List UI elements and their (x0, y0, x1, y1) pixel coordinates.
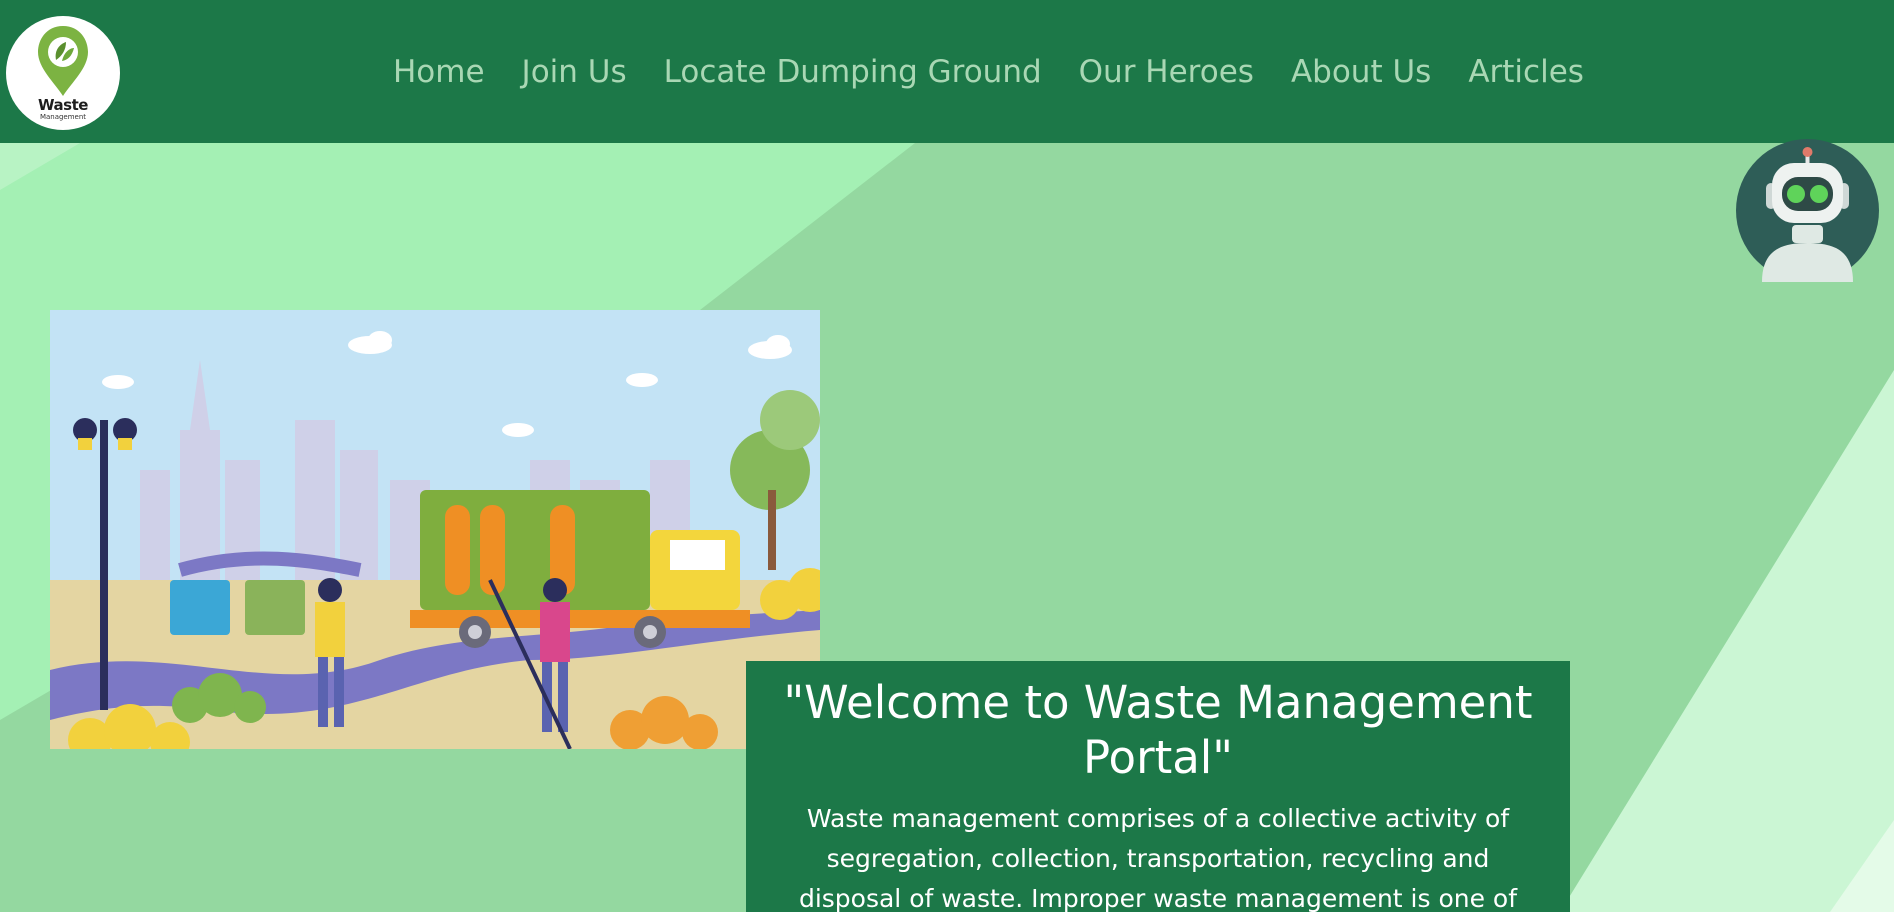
hero-illustration (50, 310, 820, 749)
chatbot-button[interactable] (1736, 139, 1879, 282)
nav-home[interactable]: Home (393, 50, 485, 94)
top-navbar: Waste Management Home Join Us Locate Dum… (0, 0, 1894, 143)
welcome-body: Waste management comprises of a collecti… (798, 804, 1518, 912)
nav-articles[interactable]: Articles (1468, 50, 1584, 94)
nav-our-heroes[interactable]: Our Heroes (1079, 50, 1254, 94)
nav-join-us[interactable]: Join Us (522, 50, 627, 94)
welcome-card: "Welcome to Waste Management Portal" Was… (746, 661, 1570, 912)
nav-about-us[interactable]: About Us (1291, 50, 1431, 94)
site-logo[interactable]: Waste Management (6, 16, 120, 130)
logo-subtitle: Management (39, 113, 87, 121)
main-nav: Home Join Us Locate Dumping Ground Our H… (393, 50, 1621, 94)
robot-icon (1762, 147, 1853, 282)
welcome-heading: "Welcome to Waste Management Portal" (783, 676, 1533, 784)
garbage-truck-city-illustration (50, 310, 820, 749)
nav-locate-dumping-ground[interactable]: Locate Dumping Ground (664, 50, 1042, 94)
logo-title: Waste (38, 96, 88, 114)
